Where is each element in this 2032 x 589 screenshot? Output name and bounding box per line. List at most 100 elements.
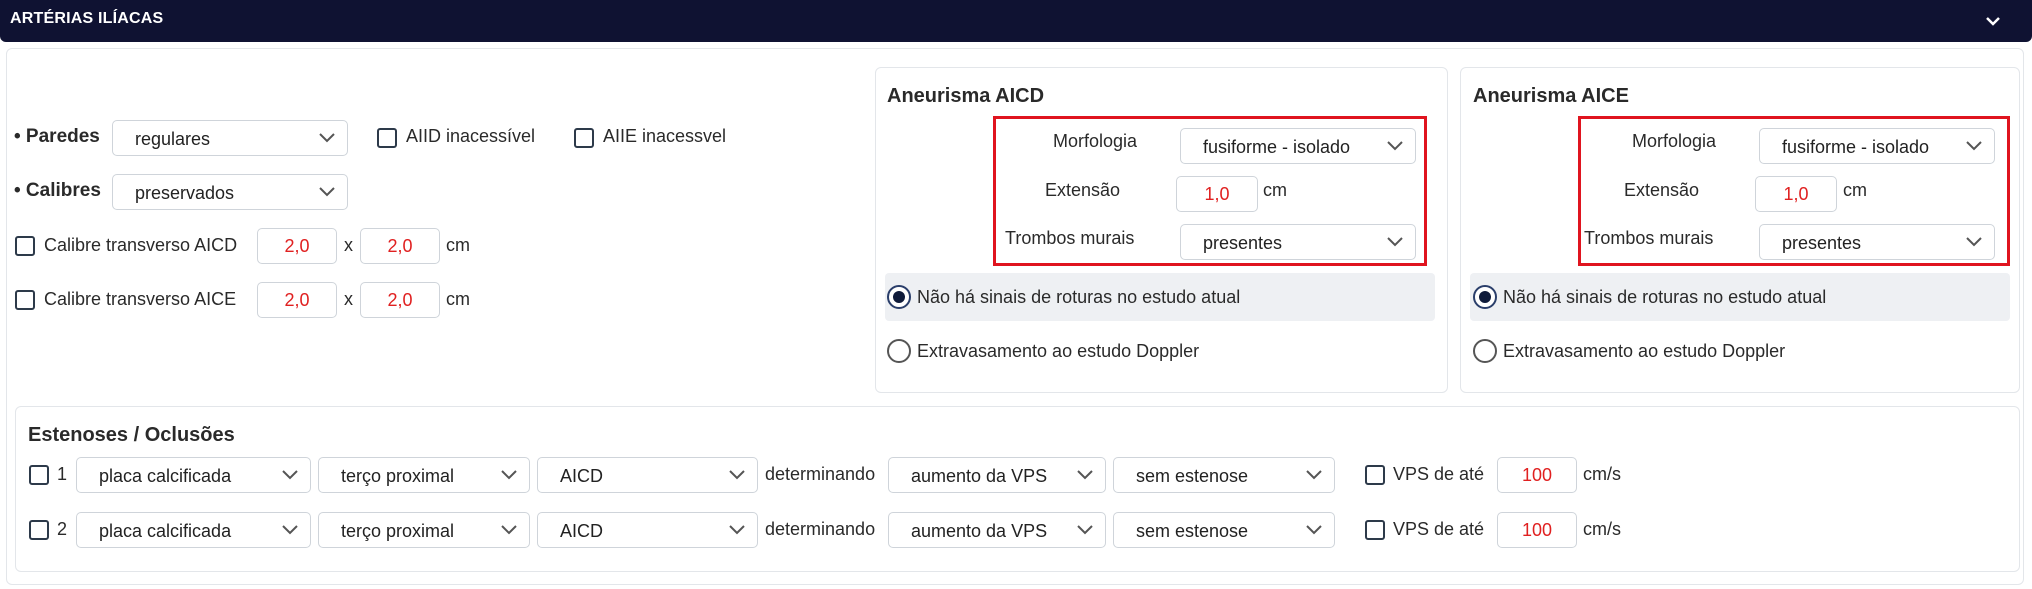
estenose-row2-efeito-select[interactable]: aumento da VPS — [888, 512, 1106, 548]
aicd-extensao-unit: cm — [1263, 180, 1287, 200]
chevron-down-icon — [1077, 470, 1093, 480]
paredes-value: regulares — [135, 129, 211, 149]
vps-unit: cm/s — [1583, 519, 1621, 539]
aiie-checkbox[interactable] — [574, 128, 594, 148]
chevron-down-icon — [1387, 237, 1403, 247]
estenose-row1-arteria-select[interactable]: AICD — [537, 457, 758, 493]
times-sign: x — [344, 235, 353, 255]
calibre-aice-label: Calibre transverso AICE — [44, 289, 237, 309]
aicd-morfologia-select[interactable]: fusiforme - isolado — [1180, 128, 1416, 164]
aiid-checkbox[interactable] — [377, 128, 397, 148]
calibre-aicd-b-input[interactable]: 2,0 — [360, 228, 440, 264]
select-value: placa calcificada — [99, 466, 232, 486]
calibre-aice-a-input[interactable]: 2,0 — [257, 282, 337, 318]
select-value: sem estenose — [1136, 521, 1249, 541]
aice-morfologia-value: fusiforme - isolado — [1782, 137, 1930, 157]
aicd-extravasamento-radio[interactable] — [887, 339, 911, 363]
estenose-row2-local-select[interactable]: terço proximal — [318, 512, 530, 548]
aice-extravasamento-radio[interactable] — [1473, 339, 1497, 363]
calibre-aicd-a-input[interactable]: 2,0 — [257, 228, 337, 264]
chevron-down-icon — [1966, 141, 1982, 151]
vps-unit: cm/s — [1583, 464, 1621, 484]
aicd-extravasamento-label: Extravasamento ao estudo Doppler — [917, 341, 1200, 361]
aice-extensao-input[interactable]: 1,0 — [1755, 176, 1837, 212]
calibres-value: preservados — [135, 183, 235, 203]
chevron-down-icon — [1966, 237, 1982, 247]
aice-trombos-value: presentes — [1782, 233, 1862, 253]
vps-label: VPS de até — [1393, 464, 1485, 484]
aicd-trombos-select[interactable]: presentes — [1180, 224, 1416, 260]
chevron-down-icon — [729, 470, 745, 480]
determinando-label: determinando — [765, 464, 876, 484]
aice-no-rupture-label: Não há sinais de roturas no estudo atual — [1503, 287, 1827, 307]
paredes-select[interactable]: regulares — [112, 120, 348, 156]
paredes-label: • Paredes — [14, 126, 100, 147]
select-value: AICD — [560, 466, 604, 486]
aicd-no-rupture-radio[interactable] — [887, 285, 911, 309]
aicd-morfologia-label: Morfologia — [1053, 131, 1138, 151]
chevron-down-icon — [282, 470, 298, 480]
estenose-row2-index: 2 — [57, 519, 68, 539]
select-value: sem estenose — [1136, 466, 1249, 486]
chevron-down-icon — [501, 470, 517, 480]
aiie-label: AIIE inacessvel — [603, 126, 727, 146]
chevron-down-icon — [319, 133, 335, 143]
estenose-row2-vps-checkbox[interactable] — [1365, 520, 1385, 540]
estenose-row1-vps-checkbox[interactable] — [1365, 465, 1385, 485]
chevron-down-icon — [319, 187, 335, 197]
estenose-row2-vps-input[interactable]: 100 — [1497, 512, 1577, 548]
estenose-row1-local-select[interactable]: terço proximal — [318, 457, 530, 493]
aneurisma-aice-title: Aneurisma AICE — [1473, 85, 1629, 107]
aice-trombos-select[interactable]: presentes — [1759, 224, 1995, 260]
select-value: AICD — [560, 521, 604, 541]
aicd-trombos-value: presentes — [1203, 233, 1283, 253]
select-value: placa calcificada — [99, 521, 232, 541]
estenose-row2-tipo-select[interactable]: placa calcificada — [76, 512, 311, 548]
aice-extensao-unit: cm — [1843, 180, 1867, 200]
select-value: terço proximal — [341, 466, 455, 486]
select-value: aumento da VPS — [911, 521, 1048, 541]
chevron-down-icon — [501, 525, 517, 535]
vps-label: VPS de até — [1393, 519, 1485, 539]
estenose-row1-vps-input[interactable]: 100 — [1497, 457, 1577, 493]
aicd-no-rupture-label: Não há sinais de roturas no estudo atual — [917, 287, 1241, 307]
chevron-down-icon[interactable] — [1984, 12, 2002, 30]
aice-extensao-label: Extensão — [1624, 180, 1700, 200]
section-header[interactable]: ARTÉRIAS ILÍACAS — [0, 0, 2032, 42]
estenoses-title: Estenoses / Oclusões — [28, 424, 235, 446]
estenose-row2-grau-select[interactable]: sem estenose — [1113, 512, 1335, 548]
select-value: aumento da VPS — [911, 466, 1048, 486]
aice-extravasamento-label: Extravasamento ao estudo Doppler — [1503, 341, 1786, 361]
estenose-row1-checkbox[interactable] — [29, 465, 49, 485]
aicd-trombos-label: Trombos murais — [1005, 228, 1135, 248]
estenose-row2-arteria-select[interactable]: AICD — [537, 512, 758, 548]
chevron-down-icon — [282, 525, 298, 535]
estenose-row1-tipo-select[interactable]: placa calcificada — [76, 457, 311, 493]
chevron-down-icon — [729, 525, 745, 535]
aicd-extensao-label: Extensão — [1045, 180, 1121, 200]
unit-label: cm — [446, 289, 470, 309]
select-value: terço proximal — [341, 521, 455, 541]
aice-morfologia-select[interactable]: fusiforme - isolado — [1759, 128, 1995, 164]
times-sign: x — [344, 289, 353, 309]
estenose-row1-efeito-select[interactable]: aumento da VPS — [888, 457, 1106, 493]
estenose-row1-index: 1 — [57, 464, 68, 484]
chevron-down-icon — [1077, 525, 1093, 535]
aicd-morfologia-value: fusiforme - isolado — [1203, 137, 1351, 157]
chevron-down-icon — [1306, 470, 1322, 480]
chevron-down-icon — [1306, 525, 1322, 535]
calibre-aice-b-input[interactable]: 2,0 — [360, 282, 440, 318]
calibre-aicd-label: Calibre transverso AICD — [44, 235, 238, 255]
aice-morfologia-label: Morfologia — [1632, 131, 1717, 151]
aicd-extensao-input[interactable]: 1,0 — [1176, 176, 1258, 212]
chevron-down-icon — [1387, 141, 1403, 151]
estenose-row2-checkbox[interactable] — [29, 520, 49, 540]
determinando-label: determinando — [765, 519, 876, 539]
aice-no-rupture-radio[interactable] — [1473, 285, 1497, 309]
unit-label: cm — [446, 235, 470, 255]
calibres-label: • Calibres — [14, 180, 101, 201]
estenose-row1-grau-select[interactable]: sem estenose — [1113, 457, 1335, 493]
calibres-select[interactable]: preservados — [112, 174, 348, 210]
calibre-aice-checkbox[interactable] — [15, 290, 35, 310]
calibre-aicd-checkbox[interactable] — [15, 236, 35, 256]
